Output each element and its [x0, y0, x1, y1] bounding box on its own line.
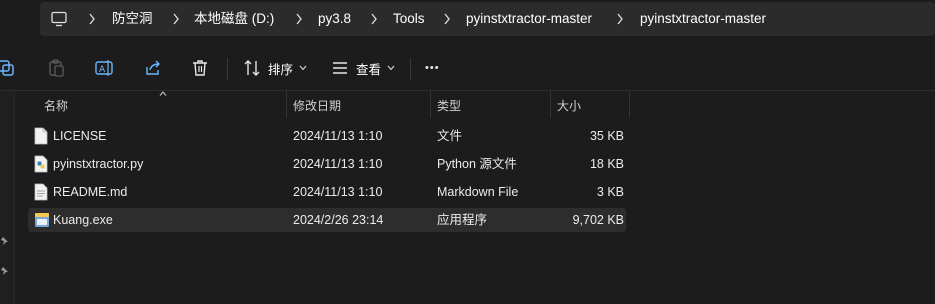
file-name: README.md: [53, 185, 128, 199]
share-icon[interactable]: [143, 58, 163, 78]
column-header-row: 名称 修改日期 类型 大小: [28, 91, 630, 118]
file-size: 3 KB: [596, 185, 624, 199]
file-size: 9,702 KB: [572, 213, 624, 227]
file-type: Python 源文件: [437, 157, 517, 171]
file-type: Markdown File: [437, 185, 519, 199]
toolbar-separator: [410, 58, 411, 80]
toolbar-separator: [227, 58, 228, 80]
chevron-right-icon: [296, 13, 302, 25]
file-name: pyinstxtractor.py: [53, 157, 144, 171]
column-header-name[interactable]: 名称: [44, 97, 68, 114]
file-type: 应用程序: [437, 213, 488, 227]
file-modified: 2024/11/13 1:10: [293, 157, 383, 171]
file-name: Kuang.exe: [53, 213, 113, 227]
file-size: 18 KB: [589, 157, 624, 171]
chevron-right-icon: [173, 13, 179, 25]
file-modified: 2024/11/13 1:10: [293, 129, 383, 143]
breadcrumb-item[interactable]: 本地磁盘 (D:): [194, 10, 274, 28]
pin-icon[interactable]: [0, 266, 10, 276]
column-header-type[interactable]: 类型: [437, 97, 461, 114]
sort-button[interactable]: 排序: [242, 56, 307, 80]
chevron-right-icon: [617, 13, 623, 25]
markdown-file-icon: [34, 183, 48, 201]
sort-icon: [244, 60, 260, 76]
this-pc-icon[interactable]: [50, 10, 68, 28]
rename-icon[interactable]: A: [94, 58, 114, 78]
more-options-button[interactable]: •••: [425, 56, 440, 80]
breadcrumb-item[interactable]: 防空洞: [112, 10, 153, 28]
breadcrumb-item-current[interactable]: pyinstxtractor-master: [640, 10, 766, 28]
python-file-icon: [34, 155, 48, 173]
command-bar: A 排序 查看 •••: [0, 46, 935, 91]
paste-icon[interactable]: [46, 58, 66, 78]
address-bar: 防空洞 本地磁盘 (D:) py3.8 Tools pyinstxtractor…: [0, 0, 935, 38]
svg-text:A: A: [99, 65, 106, 75]
chevron-right-icon: [444, 13, 450, 25]
chevron-down-icon: [299, 65, 307, 71]
column-header-modified[interactable]: 修改日期: [293, 97, 341, 114]
delete-icon[interactable]: [190, 58, 210, 78]
sort-label: 排序: [268, 62, 294, 77]
column-divider[interactable]: [286, 91, 287, 118]
file-row[interactable]: README.md 2024/11/13 1:10 Markdown File …: [28, 180, 626, 204]
file-explorer-window: 防空洞 本地磁盘 (D:) py3.8 Tools pyinstxtractor…: [0, 0, 935, 304]
column-divider[interactable]: [550, 91, 551, 118]
pin-icon[interactable]: [0, 236, 10, 246]
file-type: 文件: [437, 129, 463, 143]
chevron-right-icon: [371, 13, 377, 25]
document-icon: [34, 127, 48, 145]
exe-icon: [35, 213, 49, 227]
file-size: 35 KB: [589, 129, 624, 143]
file-modified: 2024/11/13 1:10: [293, 185, 383, 199]
file-name: LICENSE: [53, 129, 107, 143]
view-icon: [333, 62, 347, 74]
chevron-down-icon: [387, 65, 395, 71]
copy-icon[interactable]: [0, 58, 16, 78]
file-row[interactable]: pyinstxtractor.py 2024/11/13 1:10 Python…: [28, 152, 626, 176]
breadcrumb-item[interactable]: py3.8: [318, 10, 351, 28]
breadcrumb-item[interactable]: pyinstxtractor-master: [466, 10, 592, 28]
column-divider[interactable]: [430, 91, 431, 118]
breadcrumb-item[interactable]: Tools: [393, 10, 425, 28]
file-row[interactable]: LICENSE 2024/11/13 1:10 文件 35 KB: [28, 124, 626, 148]
column-header-size[interactable]: 大小: [557, 97, 581, 114]
view-button[interactable]: 查看: [330, 56, 395, 80]
chevron-right-icon: [89, 13, 95, 25]
column-divider[interactable]: [629, 91, 630, 118]
file-row-selected[interactable]: Kuang.exe 2024/2/26 23:14 应用程序 9,702 KB: [28, 208, 626, 232]
file-modified: 2024/2/26 23:14: [293, 213, 384, 227]
view-label: 查看: [356, 62, 382, 77]
